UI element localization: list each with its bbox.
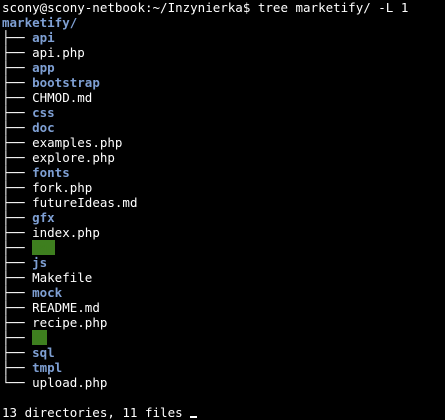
tree-branch-glyph: ├──	[2, 120, 33, 135]
directory-name: api	[32, 30, 55, 45]
directory-name: sql	[32, 345, 55, 360]
highlighted-directory-name: jar	[32, 240, 55, 255]
tree-entry: ├── app	[2, 60, 445, 75]
directory-name: tmpl	[32, 360, 63, 375]
tree-entry: ├── examples.php	[2, 135, 445, 150]
summary-text: 13 directories, 11 files	[2, 405, 183, 420]
tree-branch-glyph: ├──	[2, 30, 33, 45]
root-directory-name: marketify/	[2, 15, 78, 30]
tree-entry: └── upload.php	[2, 375, 445, 390]
command-line: scony@scony-netbook:~/Inzynierka$ tree m…	[2, 0, 445, 15]
tree-branch-glyph: └──	[2, 375, 33, 390]
tree-entry: ├── explore.php	[2, 150, 445, 165]
tree-branch-glyph: ├──	[2, 60, 33, 75]
tree-entry: ├── Makefile	[2, 270, 445, 285]
tree-entry: ├── jar	[2, 240, 445, 255]
file-name: api.php	[32, 45, 85, 60]
tree-listing: ├── api ├── api.php ├── app ├── bootstrap ├─…	[2, 30, 445, 390]
tree-branch-glyph: ├──	[2, 75, 33, 90]
tree-branch-glyph: ├──	[2, 165, 33, 180]
summary-line: 13 directories, 11 files	[2, 405, 445, 420]
tree-branch-glyph: ├──	[2, 90, 33, 105]
cursor	[189, 416, 197, 418]
file-name: Makefile	[32, 270, 93, 285]
tree-entry: ├── README.md	[2, 300, 445, 315]
tree-branch-glyph: ├──	[2, 360, 33, 375]
tree-branch-glyph: ├──	[2, 270, 33, 285]
tree-branch-glyph: ├──	[2, 105, 33, 120]
file-name: recipe.php	[32, 315, 108, 330]
directory-name: mock	[32, 285, 63, 300]
directory-name: gfx	[32, 210, 55, 225]
tree-branch-glyph: ├──	[2, 285, 33, 300]
tree-branch-glyph: ├──	[2, 225, 33, 240]
tree-branch-glyph: ├──	[2, 135, 33, 150]
tree-root: marketify/	[2, 15, 445, 30]
file-name: futureIdeas.md	[32, 195, 138, 210]
tree-entry: ├── sl	[2, 330, 445, 345]
tree-entry: ├── api.php	[2, 45, 445, 60]
tree-entry: ├── js	[2, 255, 445, 270]
tree-branch-glyph: ├──	[2, 315, 33, 330]
tree-entry: ├── recipe.php	[2, 315, 445, 330]
tree-branch-glyph: ├──	[2, 180, 33, 195]
directory-name: app	[32, 60, 55, 75]
tree-entry: ├── sql	[2, 345, 445, 360]
tree-entry: ├── api	[2, 30, 445, 45]
tree-branch-glyph: ├──	[2, 45, 33, 60]
tree-branch-glyph: ├──	[2, 330, 33, 345]
file-name: CHMOD.md	[32, 90, 93, 105]
directory-name: doc	[32, 120, 55, 135]
file-name: index.php	[32, 225, 100, 240]
tree-entry: ├── gfx	[2, 210, 445, 225]
tree-branch-glyph: ├──	[2, 300, 33, 315]
directory-name: css	[32, 105, 55, 120]
tree-entry: ├── futureIdeas.md	[2, 195, 445, 210]
tree-entry: ├── fonts	[2, 165, 445, 180]
tree-branch-glyph: ├──	[2, 240, 33, 255]
tree-branch-glyph: ├──	[2, 345, 33, 360]
tree-entry: ├── css	[2, 105, 445, 120]
file-name: fork.php	[32, 180, 93, 195]
tree-branch-glyph: ├──	[2, 210, 33, 225]
tree-entry: ├── fork.php	[2, 180, 445, 195]
file-name: explore.php	[32, 150, 115, 165]
tree-branch-glyph: ├──	[2, 150, 33, 165]
directory-name: bootstrap	[32, 75, 100, 90]
tree-entry: ├── index.php	[2, 225, 445, 240]
tree-entry: ├── tmpl	[2, 360, 445, 375]
tree-entry: ├── mock	[2, 285, 445, 300]
tree-entry: ├── bootstrap	[2, 75, 445, 90]
tree-entry: ├── CHMOD.md	[2, 90, 445, 105]
file-name: examples.php	[32, 135, 123, 150]
highlighted-directory-name: sl	[32, 330, 48, 345]
terminal-window[interactable]: scony@scony-netbook:~/Inzynierka$ tree m…	[0, 0, 445, 420]
tree-branch-glyph: ├──	[2, 195, 33, 210]
file-name: upload.php	[32, 375, 108, 390]
file-name: README.md	[32, 300, 100, 315]
prompt-text: scony@scony-netbook:~/Inzynierka$ tree m…	[2, 0, 409, 15]
directory-name: js	[32, 255, 48, 270]
tree-branch-glyph: ├──	[2, 255, 33, 270]
tree-entry: ├── doc	[2, 120, 445, 135]
directory-name: fonts	[32, 165, 70, 180]
